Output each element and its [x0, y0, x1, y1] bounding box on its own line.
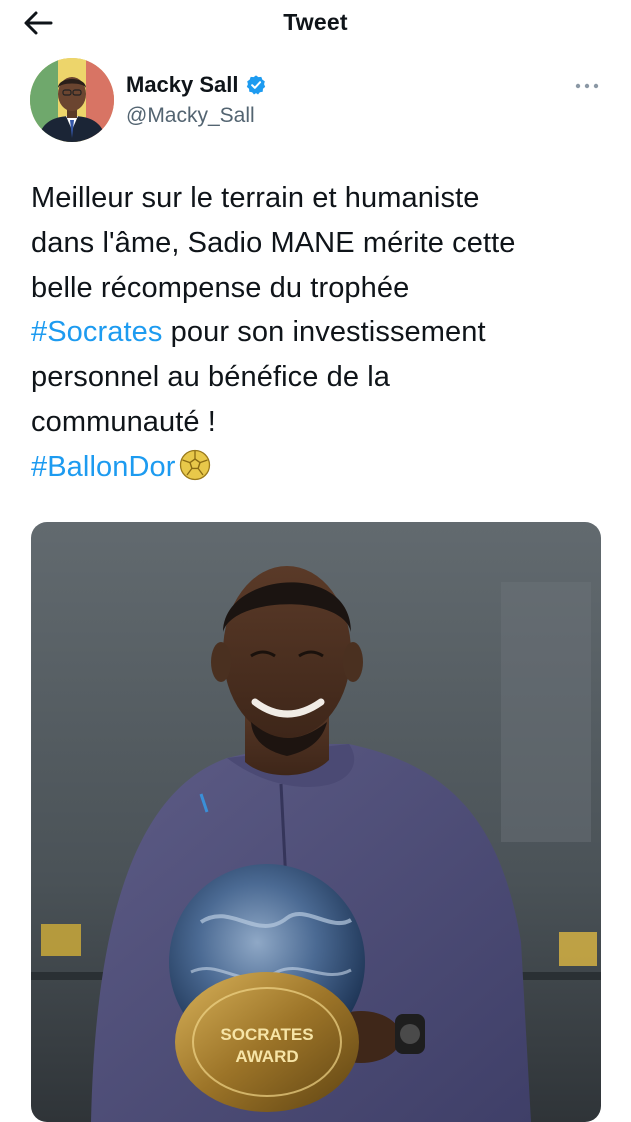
tweet-author: Macky Sall @Macky_Sall: [30, 58, 600, 148]
author-name[interactable]: Macky Sall: [126, 72, 239, 98]
verified-badge-icon: [246, 75, 265, 95]
tweet-line: belle récompense du trophée: [31, 271, 410, 304]
tweet-image[interactable]: SOCRATES AWARD: [31, 522, 601, 1122]
hashtag-ballondor-link[interactable]: #BallonDor: [31, 451, 175, 483]
tweet-line: dans l'âme, Sadio MANE mérite cette: [31, 226, 516, 259]
more-options-button[interactable]: [570, 74, 604, 98]
hashtag-socrates-link[interactable]: #Socrates: [31, 316, 162, 348]
tweet-line: #BallonDor: [31, 445, 601, 490]
trophy-text-line: SOCRATES: [220, 1025, 313, 1044]
tweet-text: Meilleur sur le terrain et humaniste dan…: [31, 176, 601, 490]
tweet-line: communauté !: [31, 405, 216, 438]
author-handle[interactable]: @Macky_Sall: [126, 104, 255, 128]
tweet-line-text: pour son investissement: [162, 316, 486, 349]
trophy-text-line: AWARD: [235, 1047, 298, 1066]
tweet-line: Meilleur sur le terrain et humaniste: [31, 182, 480, 214]
top-bar: Tweet: [0, 0, 631, 46]
more-horizontal-icon: [575, 83, 599, 89]
page-title: Tweet: [283, 9, 348, 35]
tweet-line: personnel au bénéfice de la: [31, 361, 391, 394]
soccer-ball-icon: [180, 449, 211, 480]
tweet-line: #Socrates pour son investissement: [31, 310, 601, 355]
avatar[interactable]: [30, 58, 114, 142]
